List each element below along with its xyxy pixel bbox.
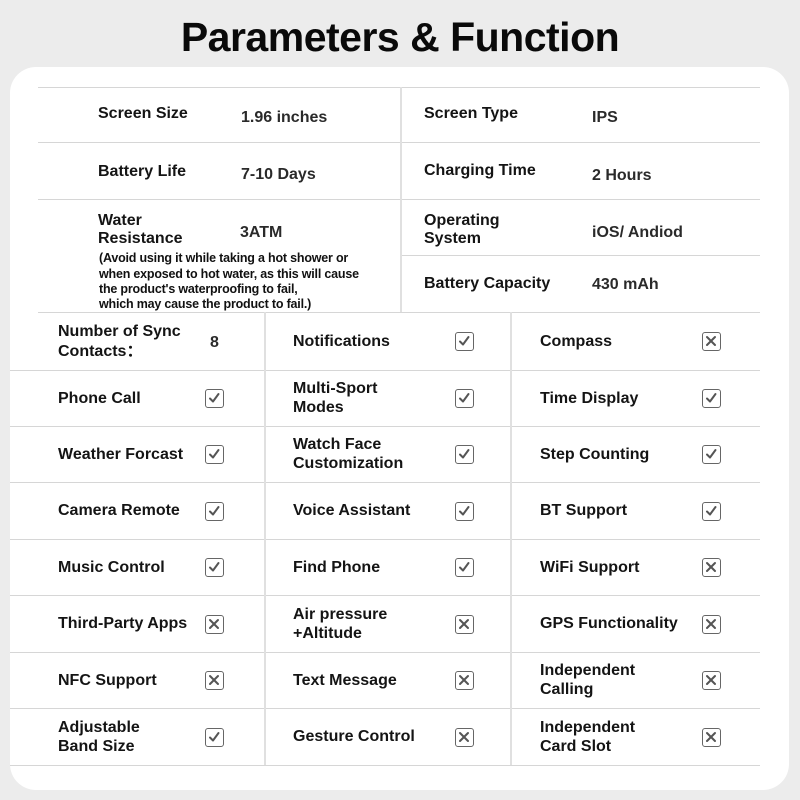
spec-value: 430 mAh: [592, 276, 659, 293]
feature-label: Air pressure: [293, 605, 388, 623]
spec-card: Screen Size 1.96 inches Screen Type IPS …: [10, 67, 789, 790]
feature-label: +Altitude: [293, 624, 362, 642]
feature-label: Compass: [540, 332, 613, 350]
page-title: Parameters & Function: [180, 14, 620, 60]
spec-label: Screen Size: [98, 105, 188, 122]
checkbox-checked-icon: [205, 501, 224, 521]
feature-label: Weather Forcast: [58, 445, 184, 463]
divider: [38, 87, 760, 88]
spec-value: 2 Hours: [592, 167, 652, 184]
spec-label: Resistance: [98, 230, 183, 247]
column-divider: [510, 312, 512, 765]
feature-label: WiFi Support: [540, 558, 640, 576]
spec-label: Water: [98, 212, 142, 229]
checkbox-checked-icon: [205, 389, 224, 408]
feature-label: Number of Sync: [58, 323, 181, 340]
checkbox-crossed-icon: [702, 727, 721, 747]
feature-label: Watch Face: [293, 436, 382, 453]
feature-label: NFC Support: [58, 671, 157, 689]
divider: [10, 370, 760, 371]
divider: [38, 142, 760, 143]
feature-label: Band Size: [58, 737, 135, 755]
feature-label: Contacts：: [58, 343, 143, 360]
feature-label: Gesture Control: [293, 728, 415, 745]
spec-label: Battery Life: [98, 163, 187, 180]
column-divider: [400, 87, 402, 312]
spec-label: Operating: [424, 212, 500, 229]
checkbox-checked-icon: [455, 332, 474, 351]
divider: [10, 652, 760, 653]
checkbox-checked-icon: [702, 389, 721, 408]
checkbox-checked-icon: [455, 501, 474, 521]
checkbox-checked-icon: [702, 445, 721, 464]
feature-label: BT Support: [540, 502, 628, 519]
checkbox-crossed-icon: [205, 671, 224, 690]
spec-label: Charging Time: [424, 162, 536, 179]
divider: [10, 765, 760, 766]
checkbox-crossed-icon: [455, 727, 474, 747]
feature-label: Text Message: [293, 671, 397, 689]
water-warning-note: (Avoid using it while taking a hot showe…: [99, 251, 349, 265]
spec-label: Battery Capacity: [424, 275, 551, 292]
spec-value: IPS: [592, 109, 618, 126]
feature-label: Adjustable: [58, 718, 140, 736]
checkbox-checked-icon: [455, 445, 474, 464]
feature-label: Independent: [540, 718, 636, 736]
divider: [38, 312, 760, 313]
spec-label: Screen Type: [424, 105, 518, 122]
water-warning-note: when exposed to hot water, as this will …: [99, 267, 359, 281]
checkbox-crossed-icon: [702, 558, 721, 577]
feature-label: Card Slot: [540, 737, 612, 755]
feature-label: Time Display: [540, 389, 639, 407]
feature-label: Find Phone: [293, 558, 381, 576]
feature-label: Voice Assistant: [293, 502, 411, 519]
checkbox-crossed-icon: [702, 671, 721, 690]
divider: [400, 255, 760, 256]
feature-label: Notifications: [293, 332, 390, 350]
checkbox-checked-icon: [205, 558, 224, 577]
checkbox-checked-icon: [205, 445, 224, 464]
checkbox-checked-icon: [455, 389, 474, 408]
divider: [10, 426, 760, 427]
water-warning-note: the product's waterproofing to fail,: [99, 282, 298, 296]
spec-label: System: [424, 230, 481, 247]
checkbox-checked-icon: [455, 558, 474, 577]
feature-label: Customization: [293, 455, 404, 472]
spec-value: 7-10 Days: [241, 166, 316, 183]
feature-label: Independent: [540, 662, 636, 679]
water-warning-note: which may cause the product to fail.): [99, 297, 312, 311]
checkbox-crossed-icon: [702, 614, 721, 634]
spec-value: 3ATM: [240, 224, 283, 241]
checkbox-checked-icon: [702, 501, 721, 521]
checkbox-checked-icon: [205, 727, 224, 747]
feature-label: Calling: [540, 681, 594, 698]
feature-label: Phone Call: [58, 389, 141, 407]
feature-label: Multi-Sport: [293, 380, 378, 397]
divider: [10, 539, 760, 540]
feature-label: Modes: [293, 399, 344, 416]
feature-label: Camera Remote: [58, 502, 180, 519]
feature-label: Step Counting: [540, 445, 650, 463]
feature-label: GPS Functionality: [540, 615, 678, 632]
spec-value: iOS/ Andiod: [592, 224, 683, 241]
checkbox-crossed-icon: [455, 614, 474, 634]
checkbox-crossed-icon: [205, 614, 224, 634]
feature-label: Music Control: [58, 558, 165, 576]
column-divider: [264, 312, 266, 765]
sync-contacts-value: 8: [210, 334, 219, 351]
divider: [10, 708, 760, 709]
divider: [10, 482, 760, 483]
checkbox-crossed-icon: [455, 671, 474, 690]
feature-label: Third-Party Apps: [58, 615, 188, 632]
divider: [38, 199, 760, 200]
checkbox-crossed-icon: [702, 332, 721, 351]
divider: [10, 595, 760, 596]
spec-value: 1.96 inches: [241, 109, 328, 126]
